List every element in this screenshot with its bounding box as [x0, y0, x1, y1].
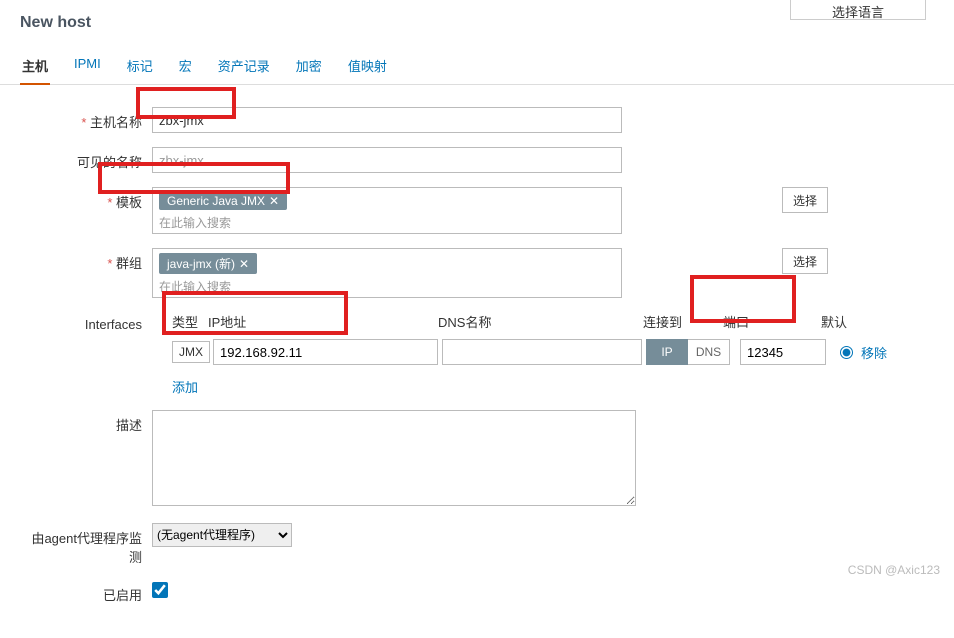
host-name-input[interactable]: [152, 107, 622, 133]
groups-select-button[interactable]: 选择: [782, 248, 828, 274]
template-tag[interactable]: Generic Java JMX ✕: [159, 192, 287, 210]
tab-tags[interactable]: 标记: [125, 52, 155, 84]
templates-multiselect[interactable]: Generic Java JMX ✕ 在此输入搜索: [152, 187, 622, 234]
groups-multiselect[interactable]: java-jmx (新) ✕ 在此输入搜索: [152, 248, 622, 298]
enabled-checkbox[interactable]: [152, 582, 168, 598]
group-tag-remove-icon[interactable]: ✕: [239, 257, 249, 271]
templates-hint: 在此输入搜索: [159, 214, 615, 231]
col-dns: DNS名称: [438, 312, 643, 331]
visible-name-input[interactable]: [152, 147, 622, 173]
col-port: 端口: [723, 312, 821, 331]
label-host-name: 主机名称: [20, 107, 152, 131]
groups-hint: 在此输入搜索: [159, 278, 615, 295]
proxy-select[interactable]: (无agent代理程序): [152, 523, 292, 547]
interface-add-link[interactable]: 添加: [172, 377, 198, 396]
watermark: CSDN @Axic123: [848, 563, 940, 577]
tab-ipmi[interactable]: IPMI: [72, 52, 103, 84]
tab-macros[interactable]: 宏: [177, 52, 194, 84]
interface-ip-input[interactable]: [213, 339, 438, 365]
templates-select-button[interactable]: 选择: [782, 187, 828, 213]
connect-ip-toggle[interactable]: IP: [646, 339, 688, 365]
interface-type-badge: JMX: [172, 341, 210, 363]
interface-port-input[interactable]: [740, 339, 826, 365]
label-interfaces: Interfaces: [20, 312, 152, 332]
group-tag[interactable]: java-jmx (新) ✕: [159, 253, 257, 274]
interface-remove-link[interactable]: 移除: [861, 343, 887, 362]
connect-toggle-group: IP DNS: [646, 339, 730, 365]
label-templates: 模板: [20, 187, 152, 211]
col-def: 默认: [821, 312, 861, 331]
tab-valuemaps[interactable]: 值映射: [346, 52, 389, 84]
col-conn: 连接到: [643, 312, 723, 331]
connect-dns-toggle[interactable]: DNS: [688, 339, 730, 365]
interface-default-radio[interactable]: [840, 346, 853, 359]
template-tag-text: Generic Java JMX: [167, 194, 265, 208]
group-tag-text: java-jmx (新): [167, 257, 235, 271]
label-groups: 群组: [20, 248, 152, 272]
tab-bar: 主机 IPMI 标记 宏 资产记录 加密 值映射: [0, 42, 954, 85]
col-ip: IP地址: [208, 312, 438, 331]
tab-host[interactable]: 主机: [20, 52, 50, 85]
template-tag-remove-icon[interactable]: ✕: [269, 194, 279, 208]
label-description: 描述: [20, 410, 152, 434]
interfaces-header: 类型 IP地址 DNS名称 连接到 端口 默认: [152, 312, 934, 331]
tab-encryption[interactable]: 加密: [294, 52, 324, 84]
label-enabled: 已启用: [20, 580, 152, 604]
label-proxy: 由agent代理程序监测: [20, 523, 152, 566]
label-visible-name: 可见的名称: [20, 147, 152, 171]
language-selector[interactable]: 选择语言: [790, 0, 926, 20]
tab-inventory[interactable]: 资产记录: [216, 52, 272, 84]
interface-row: JMX IP DNS 移除: [152, 339, 934, 365]
description-textarea[interactable]: [152, 410, 636, 506]
col-type: 类型: [172, 312, 208, 331]
interface-dns-input[interactable]: [442, 339, 642, 365]
